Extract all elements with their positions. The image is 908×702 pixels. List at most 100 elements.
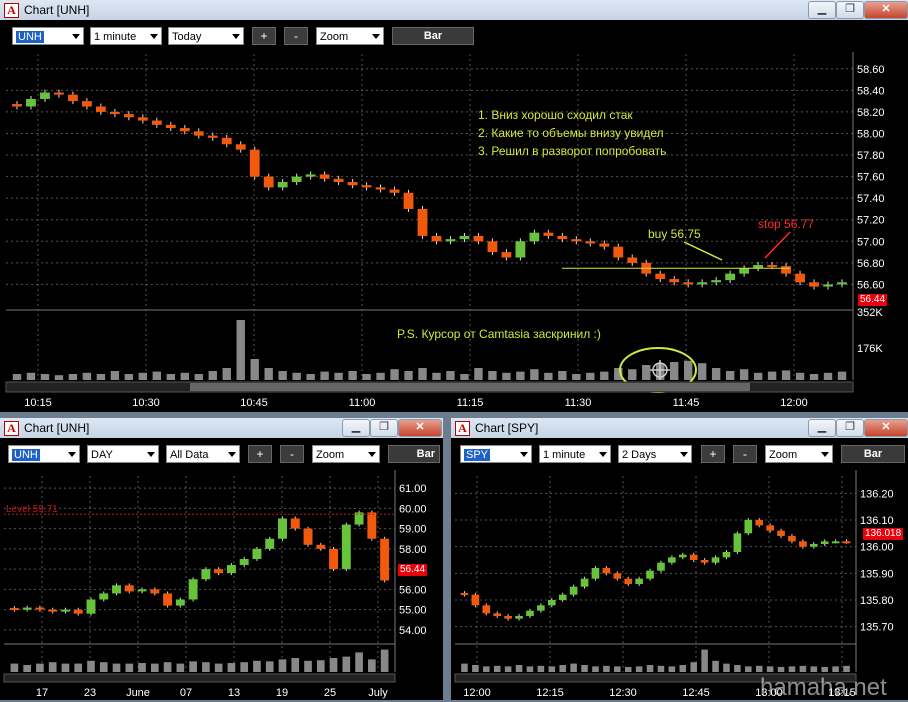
interval-select[interactable]: 1 minute xyxy=(539,445,611,463)
candle-body xyxy=(82,101,92,107)
candle-body xyxy=(809,544,818,547)
candle-body xyxy=(316,544,326,549)
daily-titlebar[interactable]: A Chart [UNH] ▁ ❐ ✕ xyxy=(0,418,443,438)
candle-body xyxy=(367,512,377,539)
price-tick-label: 135.70 xyxy=(860,622,894,634)
ps-note: P.S. Курсор от Camtasia заскринил :) xyxy=(397,327,601,341)
close-icon[interactable]: ✕ xyxy=(864,419,908,437)
volume-bar xyxy=(166,374,176,380)
candle-body xyxy=(252,548,262,559)
candle-body xyxy=(795,273,805,283)
symbol-select[interactable]: SPY xyxy=(460,445,532,463)
volume-bar xyxy=(10,663,19,672)
price-tick-label: 136.00 xyxy=(860,542,894,554)
volume-bar xyxy=(474,368,483,380)
candle-body xyxy=(613,246,624,258)
chevron-down-icon xyxy=(372,34,380,39)
bar-type-button[interactable]: Bar xyxy=(388,445,440,463)
volume-bar xyxy=(240,662,249,672)
volume-bar xyxy=(404,371,413,380)
close-icon[interactable]: ✕ xyxy=(398,419,442,437)
volume-bar xyxy=(150,663,159,672)
daily-price-chart[interactable]: 61.0060.0059.0058.0057.0056.0055.0054.00… xyxy=(0,470,443,700)
candle-body xyxy=(711,280,722,283)
volume-bar xyxy=(355,652,363,672)
volume-bar xyxy=(74,663,83,672)
candle-body xyxy=(354,512,364,525)
symbol-select[interactable]: UNH xyxy=(12,27,84,45)
candle-body xyxy=(60,609,70,612)
volume-bar xyxy=(61,663,70,672)
spy-price-chart[interactable]: 136.20 136.10 136.00 135.90 135.80 135.70 12:0… xyxy=(451,470,908,700)
zoom-in-button[interactable]: + xyxy=(248,445,272,463)
maximize-icon[interactable]: ❐ xyxy=(836,1,864,19)
minimize-icon[interactable]: ▁ xyxy=(342,419,370,437)
symbol-value: UNH xyxy=(12,449,40,461)
time-tick-label: July xyxy=(368,687,388,699)
symbol-value: UNH xyxy=(16,31,44,43)
candle-body xyxy=(445,239,456,242)
chevron-down-icon xyxy=(150,34,158,39)
candle-body xyxy=(165,124,176,129)
interval-value: 1 minute xyxy=(94,31,137,43)
horizontal-scrollbar xyxy=(3,673,396,683)
range-select[interactable]: All Data xyxy=(166,445,240,463)
time-tick-label: 12:45 xyxy=(682,687,710,699)
chevron-down-icon xyxy=(72,34,80,39)
candle-body xyxy=(624,578,633,584)
volume-bar xyxy=(36,663,44,672)
volume-bar xyxy=(515,665,523,672)
interval-select[interactable]: 1 minute xyxy=(90,27,162,45)
candle-body xyxy=(68,94,78,102)
minimize-icon[interactable]: ▁ xyxy=(808,1,836,19)
volume-bar xyxy=(581,665,588,672)
volume-bar xyxy=(82,372,92,380)
candle-body xyxy=(179,128,190,132)
chevron-down-icon xyxy=(520,452,528,457)
zoom-select[interactable]: Zoom xyxy=(765,445,833,463)
zoom-in-button[interactable]: + xyxy=(701,445,725,463)
interval-select[interactable]: DAY xyxy=(87,445,159,463)
main-titlebar[interactable]: A Chart [UNH] ▁ ❐ ✕ xyxy=(0,0,908,20)
candle-body xyxy=(580,578,589,587)
range-select[interactable]: 2 Days xyxy=(618,445,692,463)
candle-body xyxy=(529,232,540,242)
candle-body xyxy=(319,174,330,179)
daily-window-title: Chart [UNH] xyxy=(24,421,90,435)
volume-bar xyxy=(329,658,338,672)
close-icon[interactable]: ✕ xyxy=(864,1,908,19)
time-tick-label: 10:45 xyxy=(240,397,268,409)
volume-bar xyxy=(12,374,22,380)
zoom-select[interactable]: Zoom xyxy=(312,445,380,463)
chevron-down-icon xyxy=(232,34,240,39)
maximize-icon[interactable]: ❐ xyxy=(370,419,398,437)
candle-body xyxy=(613,573,622,579)
symbol-select[interactable]: UNH xyxy=(8,445,80,463)
volume-bar xyxy=(54,375,64,380)
price-tick-label: 57.00 xyxy=(857,236,885,248)
main-price-chart[interactable]: 58.60 58.40 58.20 58.00 57.80 57.60 57.40 57.20… xyxy=(0,52,908,412)
candle-body xyxy=(341,524,351,570)
zoom-out-button[interactable]: - xyxy=(284,27,308,45)
bar-type-button[interactable]: Bar xyxy=(841,445,905,463)
zoom-out-button[interactable]: - xyxy=(280,445,304,463)
zoom-out-button[interactable]: - xyxy=(733,445,757,463)
time-tick-label: 11:45 xyxy=(673,397,700,409)
bar-type-button[interactable]: Bar xyxy=(392,27,474,45)
volume-bar xyxy=(446,371,455,380)
zoom-select[interactable]: Zoom xyxy=(316,27,384,45)
range-select[interactable]: Today xyxy=(168,27,244,45)
volume-bar xyxy=(483,666,490,672)
candle-body xyxy=(722,552,731,558)
price-tick-label: 58.40 xyxy=(857,85,885,97)
volume-bar xyxy=(795,372,805,380)
volume-tick-label: 352K xyxy=(857,307,883,319)
minimize-icon[interactable]: ▁ xyxy=(808,419,836,437)
candle-body xyxy=(109,111,120,115)
volume-tick-label: 176K xyxy=(857,343,883,355)
spy-titlebar[interactable]: A Chart [SPY] ▁ ❐ ✕ xyxy=(451,418,908,438)
maximize-icon[interactable]: ❐ xyxy=(836,419,864,437)
zoom-in-button[interactable]: + xyxy=(252,27,276,45)
candle-body xyxy=(375,187,386,190)
volume-bar xyxy=(292,372,301,380)
